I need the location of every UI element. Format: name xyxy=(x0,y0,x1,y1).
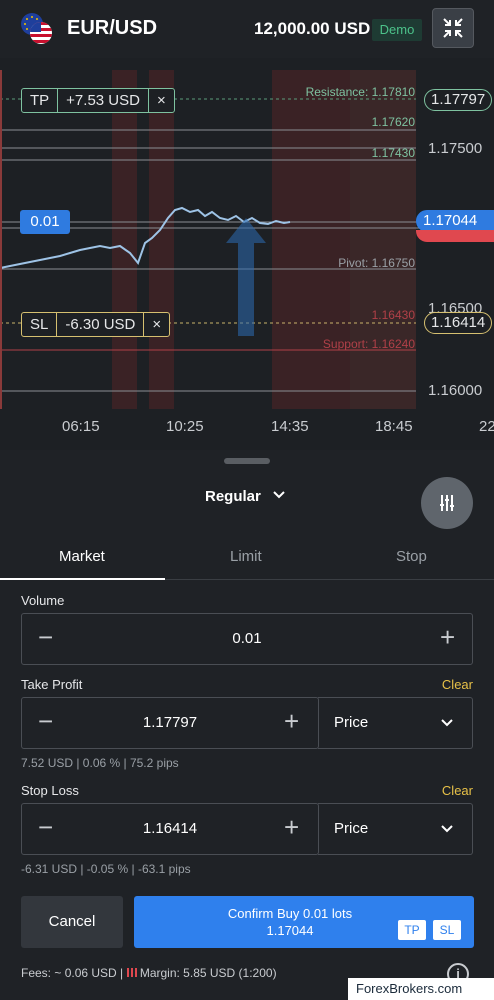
sl-price-tag: 1.16414 xyxy=(424,312,493,334)
account-balance: 12,000.00 USD xyxy=(254,19,371,38)
account-type-badge: Demo xyxy=(372,19,422,41)
sl-chip-label: SL xyxy=(22,313,58,336)
order-tabs: Market Limit Stop xyxy=(0,538,494,580)
time-axis-label: 22 xyxy=(479,418,494,435)
sl-close-icon[interactable]: × xyxy=(144,313,169,336)
price-axis-label: 1.17500 xyxy=(428,140,483,157)
stop-loss-mode-value: Price xyxy=(334,820,369,837)
current-price-tag: 1.17044 xyxy=(416,210,494,232)
stop-loss-label: Stop Loss xyxy=(21,783,79,798)
volume-increase-button[interactable]: + xyxy=(440,622,455,653)
support-label: Support: 1.16240 xyxy=(322,337,415,351)
stop-loss-stepper[interactable]: − 1.16414 + xyxy=(21,803,319,855)
bid-price-marker xyxy=(416,230,494,242)
time-axis-label: 06:15 xyxy=(62,418,100,435)
take-profit-clear-link[interactable]: Clear xyxy=(442,677,473,692)
tp-close-icon[interactable]: × xyxy=(149,89,174,112)
chevron-down-icon[interactable] xyxy=(272,488,286,502)
take-profit-value[interactable]: 1.17797 xyxy=(22,714,318,731)
confirm-tp-badge: TP xyxy=(398,920,426,940)
time-axis-label: 14:35 xyxy=(271,418,309,435)
take-profit-mode-value: Price xyxy=(334,714,369,731)
pivot-label: Pivot: 1.16750 xyxy=(338,256,415,270)
eur-usd-flag-icon xyxy=(21,13,52,44)
take-profit-label: Take Profit xyxy=(21,677,83,692)
collapse-chart-button[interactable] xyxy=(432,8,474,48)
confirm-sl-badge: SL xyxy=(433,920,461,940)
stop-loss-increase-button[interactable]: + xyxy=(284,812,299,843)
tab-market[interactable]: Market xyxy=(59,548,105,565)
watermark: ForexBrokers.com xyxy=(348,978,494,1000)
tp-chip-label: TP xyxy=(22,89,59,112)
level-label: 1.17430 xyxy=(371,146,415,160)
take-profit-increase-button[interactable]: + xyxy=(284,706,299,737)
chevron-down-icon xyxy=(441,825,453,833)
fees-margin-info: Fees: ~ 0.06 USD | Margin: 5.85 USD (1:2… xyxy=(21,966,277,980)
cancel-button[interactable]: Cancel xyxy=(21,896,123,948)
sl-chip[interactable]: SL -6.30 USD × xyxy=(21,312,171,337)
price-axis-label: 1.16000 xyxy=(428,382,483,399)
tp-price-tag: 1.17797 xyxy=(424,89,493,111)
margin-text: Margin: 5.85 USD (1:200) xyxy=(136,966,277,980)
take-profit-mode-select[interactable]: Price xyxy=(318,697,473,749)
volume-label: Volume xyxy=(21,593,65,608)
margin-bar-icon xyxy=(126,968,137,977)
confirm-buy-button[interactable]: Confirm Buy 0.01 lots 1.17044 TP SL xyxy=(134,896,474,948)
order-sheet: Regular Market Limit Stop Volume − 0.01 … xyxy=(0,450,494,1000)
stop-loss-mode-select[interactable]: Price xyxy=(318,803,473,855)
time-axis-label: 18:45 xyxy=(375,418,413,435)
stop-loss-info: -6.31 USD | -0.05 % | -63.1 pips xyxy=(21,862,191,876)
level-label: 1.16430 xyxy=(371,308,415,322)
header: EUR/USD 12,000.00 USD Demo xyxy=(0,0,494,58)
collapse-icon xyxy=(443,18,463,38)
chevron-down-icon xyxy=(441,719,453,727)
time-axis-label: 10:25 xyxy=(166,418,204,435)
tp-chip-value: +7.53 USD xyxy=(58,89,149,112)
take-profit-info: 7.52 USD | 0.06 % | 75.2 pips xyxy=(21,756,179,770)
price-chart[interactable]: Resistance: 1.17810 1.17620 1.17430 Pivo… xyxy=(0,58,494,450)
take-profit-stepper[interactable]: − 1.17797 + xyxy=(21,697,319,749)
position-volume-chip[interactable]: 0.01 xyxy=(20,210,70,234)
stop-loss-clear-link[interactable]: Clear xyxy=(442,783,473,798)
tp-chip[interactable]: TP +7.53 USD × xyxy=(21,88,175,113)
stop-loss-value[interactable]: 1.16414 xyxy=(22,820,318,837)
level-label: 1.17620 xyxy=(371,115,415,129)
fees-text: Fees: ~ 0.06 USD | xyxy=(21,966,127,980)
symbol-title[interactable]: EUR/USD xyxy=(67,17,157,40)
sliders-icon xyxy=(440,495,454,511)
sheet-drag-handle[interactable] xyxy=(224,458,270,464)
tab-limit[interactable]: Limit xyxy=(230,548,262,565)
chart-canvas xyxy=(0,70,420,409)
order-type-selector[interactable]: Regular xyxy=(205,488,261,505)
settings-button[interactable] xyxy=(421,477,473,529)
confirm-buy-label: Confirm Buy 0.01 lots xyxy=(227,906,353,921)
volume-stepper[interactable]: − 0.01 + xyxy=(21,613,473,665)
active-tab-indicator xyxy=(0,578,165,580)
resistance-label: Resistance: 1.17810 xyxy=(305,85,415,99)
volume-value[interactable]: 0.01 xyxy=(22,630,472,647)
sl-chip-value: -6.30 USD xyxy=(57,313,145,336)
tab-stop[interactable]: Stop xyxy=(396,548,427,565)
